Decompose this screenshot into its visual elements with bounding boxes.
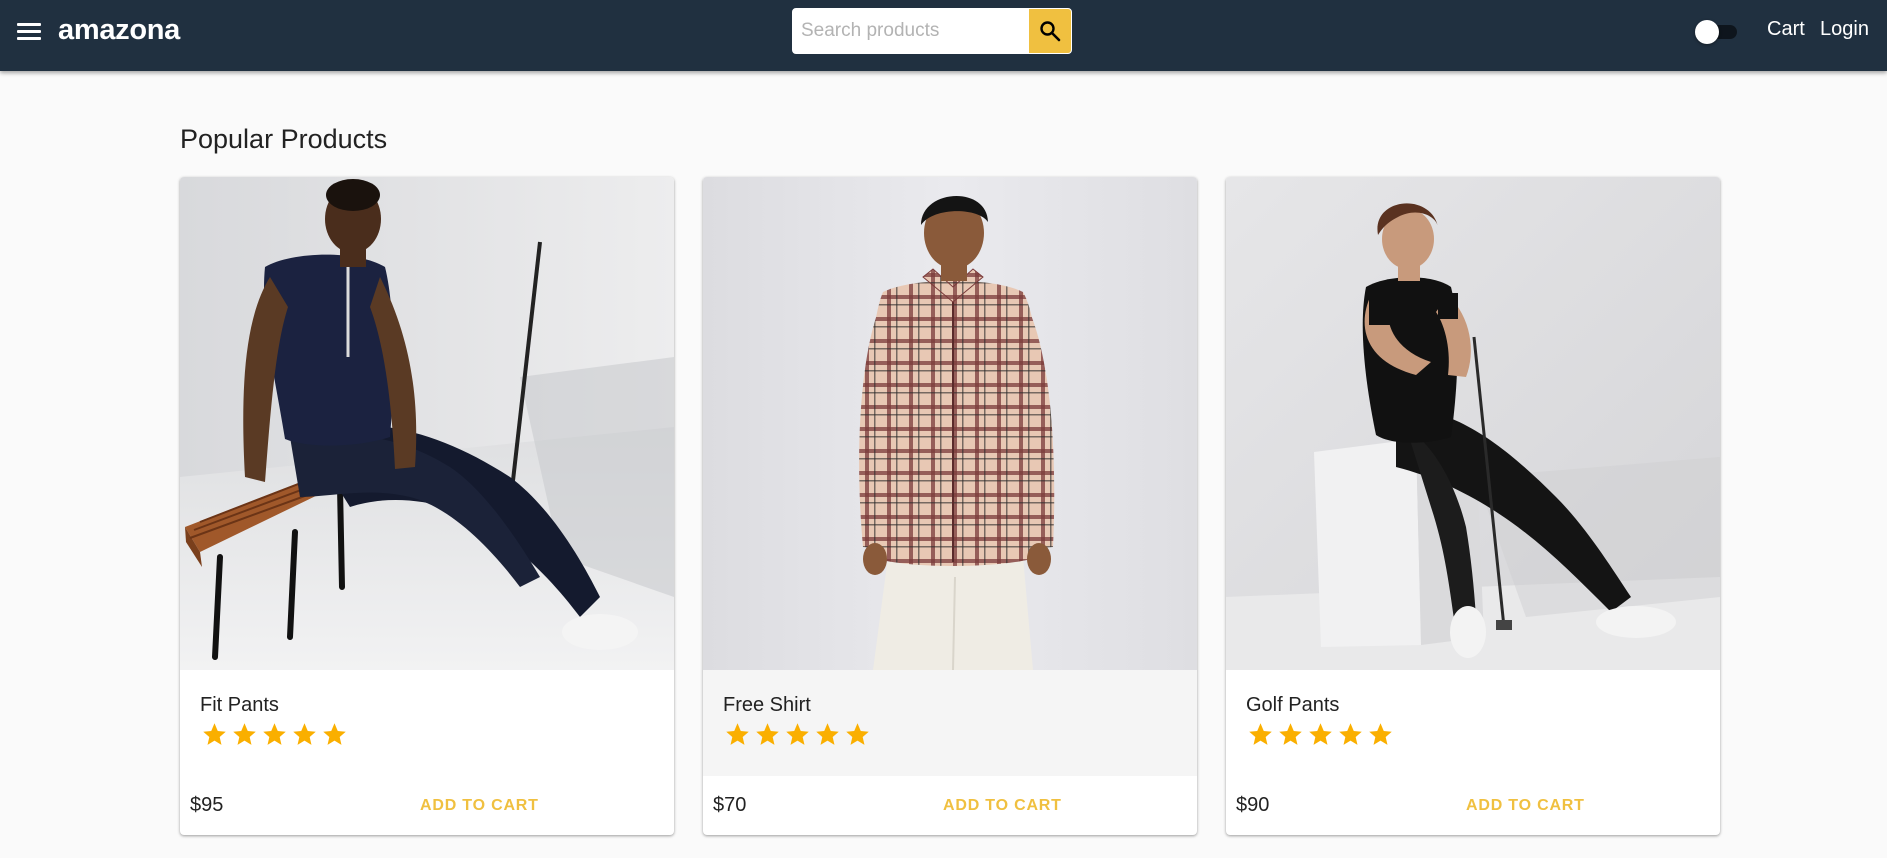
- dark-mode-switch[interactable]: [1695, 20, 1741, 44]
- search-icon: [1040, 21, 1061, 42]
- product-name: Free Shirt: [723, 694, 811, 716]
- product-link[interactable]: Free Shirt: [703, 177, 1197, 776]
- star-icon: [1369, 723, 1392, 745]
- cart-link[interactable]: Cart: [1767, 18, 1805, 41]
- star-icon: [1249, 723, 1272, 745]
- star-icon: [233, 723, 256, 745]
- app-bar: amazona Cart Login: [0, 0, 1887, 71]
- brand-logo[interactable]: amazona: [58, 14, 180, 47]
- product-price: $90: [1236, 794, 1270, 816]
- star-icon: [1309, 723, 1332, 745]
- product-name: Fit Pants: [200, 694, 279, 716]
- product-card: Free Shirt $70 Add to cart: [703, 177, 1197, 835]
- star-icon: [323, 723, 346, 745]
- star-icon: [786, 723, 809, 745]
- star-icon: [203, 723, 226, 745]
- product-image: [703, 177, 1197, 670]
- star-icon: [263, 723, 286, 745]
- product-card: Fit Pants $95 Add to cart: [180, 177, 674, 835]
- menu-icon[interactable]: [15, 19, 43, 45]
- switch-thumb: [1695, 20, 1719, 44]
- product-image: [1226, 177, 1720, 670]
- product-link[interactable]: Golf Pants: [1226, 177, 1720, 776]
- product-name: Golf Pants: [1246, 694, 1340, 716]
- add-to-cart-button[interactable]: Add to cart: [412, 790, 547, 822]
- product-price: $95: [190, 794, 224, 816]
- product-link[interactable]: Fit Pants: [180, 177, 674, 776]
- login-link[interactable]: Login: [1820, 18, 1869, 41]
- rating: [724, 721, 871, 751]
- star-icon: [756, 723, 779, 745]
- product-image: [180, 177, 674, 670]
- star-icon: [1279, 723, 1302, 745]
- star-icon: [846, 723, 869, 745]
- star-icon: [726, 723, 749, 745]
- product-card: Golf Pants $90 Add to cart: [1226, 177, 1720, 835]
- product-price: $70: [713, 794, 747, 816]
- star-icon: [293, 723, 316, 745]
- search-input[interactable]: [793, 9, 1029, 53]
- rating: [201, 721, 348, 751]
- add-to-cart-button[interactable]: Add to cart: [935, 790, 1070, 822]
- star-icon: [816, 723, 839, 745]
- rating: [1247, 721, 1394, 751]
- section-title: Popular Products: [180, 124, 388, 154]
- search-box: [792, 8, 1072, 54]
- search-button[interactable]: [1029, 9, 1071, 53]
- star-icon: [1339, 723, 1362, 745]
- add-to-cart-button[interactable]: Add to cart: [1458, 790, 1593, 822]
